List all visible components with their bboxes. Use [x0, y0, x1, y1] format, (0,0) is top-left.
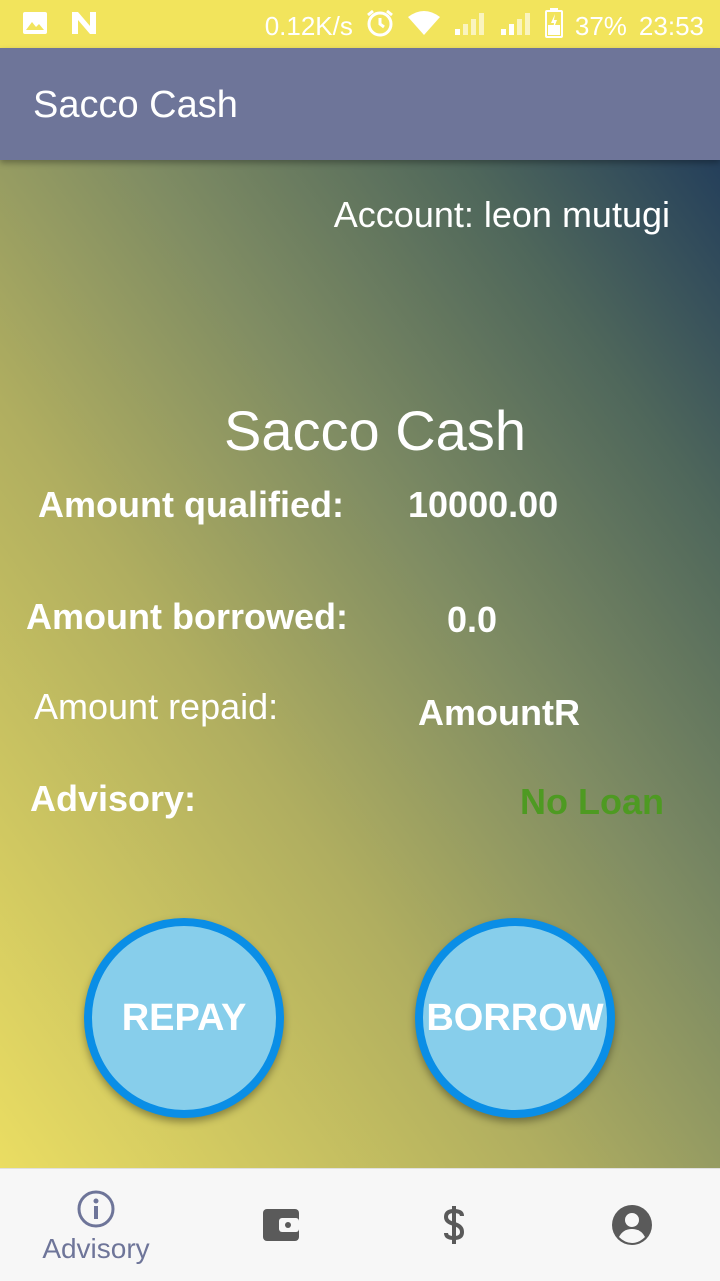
status-bar: 0.12K/s 37% 23:53 — [0, 0, 720, 48]
signal-icon — [453, 9, 487, 44]
network-speed: 0.12K/s — [264, 11, 353, 41]
hero-title: Sacco Cash — [224, 399, 526, 462]
account-name: leon mutugi — [483, 194, 670, 235]
app-title: Sacco Cash — [33, 84, 238, 126]
nav-item-wallet[interactable] — [191, 1169, 371, 1281]
nav-item-profile[interactable] — [542, 1169, 720, 1281]
signal-icon — [499, 9, 533, 44]
wallet-icon — [261, 1207, 301, 1248]
alarm-icon — [365, 8, 395, 45]
dollar-icon — [441, 1205, 467, 1250]
advisory-value: No Loan — [520, 781, 664, 822]
nav-item-dollar[interactable] — [364, 1169, 544, 1281]
wifi-icon — [407, 9, 441, 44]
amount-qualified-value: 10000.00 — [408, 484, 559, 525]
amount-repaid-value: AmountR — [418, 692, 580, 733]
clock: 23:53 — [638, 11, 704, 41]
amount-qualified-label: Amount qualified: — [38, 484, 344, 525]
account-circle-icon — [611, 1204, 653, 1251]
advisory-label: Advisory: — [30, 778, 197, 819]
borrow-button[interactable]: BORROW — [415, 918, 615, 1118]
amount-borrowed-value: 0.0 — [447, 599, 498, 640]
bottom-navigation: Advisory — [0, 1168, 720, 1281]
nav-item-advisory[interactable]: Advisory — [6, 1169, 186, 1281]
main-content: Account: leon mutugi Sacco Cash Amount q… — [0, 160, 720, 1168]
battery-icon — [544, 8, 563, 45]
nav-label-advisory: Advisory — [42, 1233, 150, 1264]
account-info: Account: leon mutugi — [334, 194, 670, 236]
battery-percent: 37% — [574, 11, 627, 41]
app-bar: Sacco Cash — [0, 48, 720, 160]
account-label: Account: — [333, 194, 474, 235]
info-icon — [76, 1189, 116, 1234]
image-icon — [22, 11, 48, 40]
amount-repaid-label: Amount repaid: — [34, 686, 279, 727]
n-icon — [70, 10, 98, 41]
amount-borrowed-label: Amount borrowed: — [26, 596, 348, 637]
repay-button[interactable]: REPAY — [84, 918, 284, 1118]
